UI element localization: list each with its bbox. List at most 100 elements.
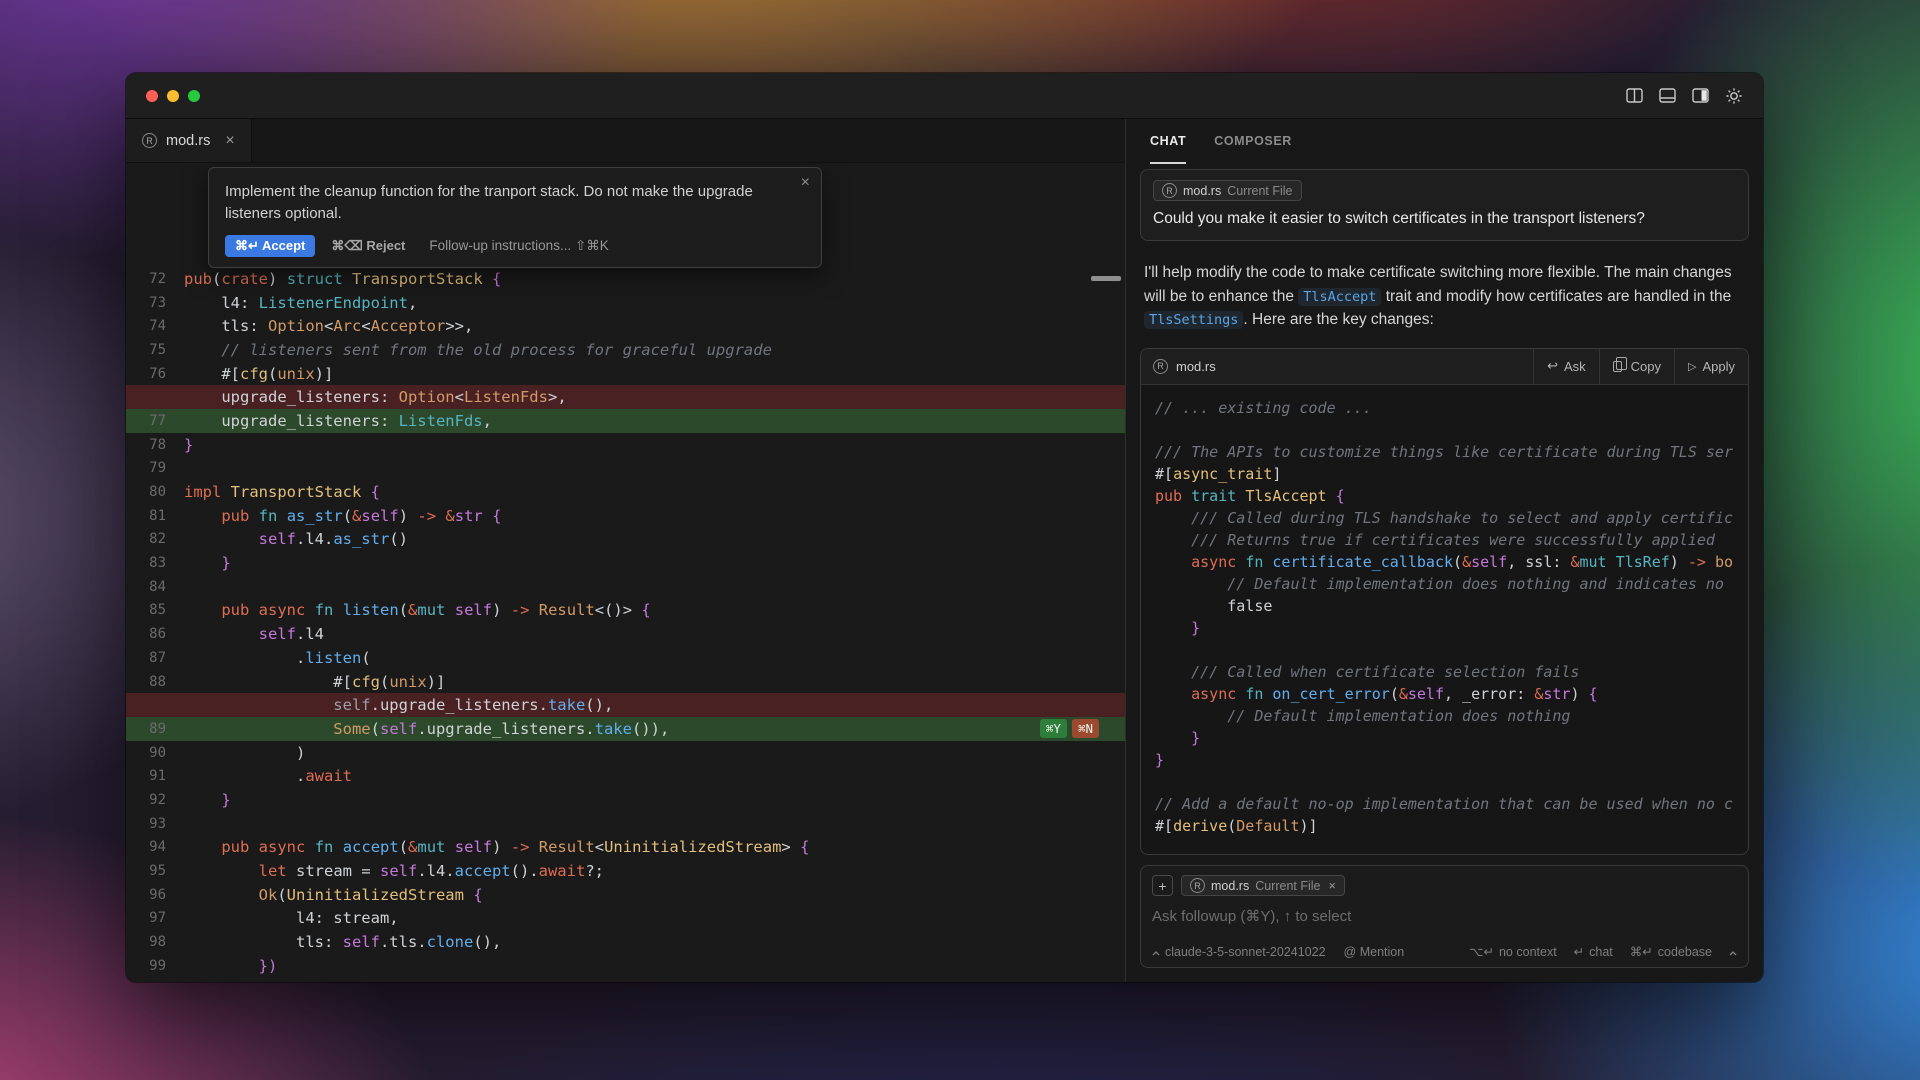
- followup-instructions-field[interactable]: Follow-up instructions... ⇧⌘K: [429, 238, 608, 254]
- code-line: 87 .listen(: [126, 646, 1125, 670]
- line-number: 85: [126, 602, 184, 618]
- chip-filename: mod.rs: [1183, 184, 1221, 198]
- response-text-segment: trait and modify how certificates are ha…: [1381, 288, 1731, 305]
- toggle-right-sidebar-icon[interactable]: [1692, 88, 1709, 103]
- toggle-bottom-panel-icon[interactable]: [1659, 88, 1676, 103]
- chat-code-block: mod.rs AskCopyApply // ... existing code…: [1140, 348, 1749, 855]
- code-block-filename: mod.rs: [1176, 359, 1216, 374]
- reject-button[interactable]: ⌘⌫ Reject: [331, 238, 405, 254]
- code-line: 96 Ok(UninitializedStream {: [126, 883, 1125, 907]
- minimize-window-button[interactable]: [167, 90, 179, 102]
- line-number: 99: [126, 958, 184, 974]
- line-number: 81: [126, 508, 184, 524]
- diff-reject-badge[interactable]: ⌘N: [1072, 719, 1099, 738]
- tab-mod-rs[interactable]: mod.rs ×: [126, 119, 252, 162]
- chat-input-field[interactable]: Ask followup (⌘Y), ↑ to select: [1152, 907, 1737, 925]
- user-message-card: mod.rs Current File Could you make it ea…: [1140, 169, 1749, 241]
- apply-icon: [1688, 360, 1696, 373]
- code-line: // Default implementation does nothing a…: [1155, 573, 1734, 595]
- line-number: 79: [126, 460, 184, 476]
- apply-button[interactable]: Apply: [1674, 349, 1748, 384]
- code-line: 82 self.l4.as_str(): [126, 528, 1125, 552]
- code-line: 72pub(crate) struct TransportStack {: [126, 267, 1125, 291]
- maximize-window-button[interactable]: [188, 90, 200, 102]
- shortcut-hint-no-context: ⌥↵no context: [1469, 944, 1557, 959]
- code-line: 90 ): [126, 741, 1125, 765]
- inline-edit-prompt: Implement the cleanup function for the t…: [208, 167, 822, 268]
- code-line: 89 Some(self.upgrade_listeners.take()),⌘…: [126, 717, 1125, 741]
- rust-file-icon: [1162, 183, 1177, 198]
- code-editor[interactable]: 72pub(crate) struct TransportStack {73 l…: [126, 163, 1125, 982]
- code-line: 75 // listeners sent from the old proces…: [126, 338, 1125, 362]
- code-line: /// Called when certificate selection fa…: [1155, 661, 1734, 683]
- editor-pane: mod.rs × Implement the cleanup function …: [126, 119, 1126, 982]
- rust-file-icon: [142, 133, 157, 148]
- line-number: 90: [126, 745, 184, 761]
- code-line: upgrade_listeners: Option<ListenFds>,: [126, 385, 1125, 409]
- shortcut-hint-chat: ↵chat: [1574, 944, 1613, 959]
- chat-panel: CHAT COMPOSER mod.rs Current File Could …: [1126, 119, 1763, 982]
- scrollbar-thumb[interactable]: [1091, 276, 1121, 281]
- tab-chat[interactable]: CHAT: [1150, 119, 1186, 164]
- copy-button[interactable]: Copy: [1599, 349, 1674, 384]
- rust-file-icon: [1153, 359, 1168, 374]
- code-line: 94 pub async fn accept(&mut self) -> Res…: [126, 836, 1125, 860]
- code-line: 84: [126, 575, 1125, 599]
- line-number: 98: [126, 934, 184, 950]
- line-number: 91: [126, 768, 184, 784]
- assistant-response-text: I'll help modify the code to make certif…: [1144, 261, 1745, 332]
- chat-panel-header: CHAT COMPOSER: [1126, 119, 1763, 163]
- line-number: 80: [126, 484, 184, 500]
- chip-current-file-label: Current File: [1227, 184, 1292, 198]
- line-number: 96: [126, 887, 184, 903]
- code-line: 91 .await: [126, 764, 1125, 788]
- code-line: /// Returns true if certificates were su…: [1155, 529, 1734, 551]
- model-selector[interactable]: claude-3-5-sonnet-20241022: [1152, 945, 1326, 959]
- tab-close-icon[interactable]: ×: [225, 132, 234, 150]
- code-line: /// The APIs to customize things like ce…: [1155, 441, 1734, 463]
- app-window: mod.rs × Implement the cleanup function …: [126, 73, 1763, 982]
- line-number: 74: [126, 318, 184, 334]
- code-line: 77 upgrade_listeners: ListenFds,: [126, 409, 1125, 433]
- chip-close-icon[interactable]: ×: [1329, 879, 1336, 893]
- accept-button[interactable]: ⌘↵ Accept: [225, 235, 315, 257]
- line-number: 93: [126, 816, 184, 832]
- mention-button[interactable]: @ Mention: [1344, 945, 1405, 959]
- chevron-up-icon[interactable]: [1729, 945, 1737, 959]
- prompt-text: Implement the cleanup function for the t…: [225, 181, 805, 225]
- prompt-close-icon[interactable]: ×: [801, 175, 810, 191]
- settings-gear-icon[interactable]: [1725, 87, 1743, 105]
- code-line: async fn on_cert_error(&self, _error: &s…: [1155, 683, 1734, 705]
- rust-file-icon: [1190, 878, 1205, 893]
- line-number: 82: [126, 531, 184, 547]
- context-chip[interactable]: mod.rs Current File ×: [1181, 875, 1345, 896]
- code-line: 73 l4: ListenerEndpoint,: [126, 291, 1125, 315]
- tab-composer[interactable]: COMPOSER: [1214, 119, 1292, 164]
- chip-filename: mod.rs: [1211, 879, 1249, 893]
- code-line: 76 #[cfg(unix)]: [126, 362, 1125, 386]
- code-line: 99 }): [126, 954, 1125, 978]
- line-number: 87: [126, 650, 184, 666]
- inline-code-reference[interactable]: TlsAccept: [1298, 288, 1381, 306]
- inline-code-reference[interactable]: TlsSettings: [1144, 311, 1243, 329]
- chip-current-file-label: Current File: [1255, 879, 1320, 893]
- add-context-button[interactable]: +: [1152, 875, 1173, 896]
- line-number: 84: [126, 579, 184, 595]
- context-chip[interactable]: mod.rs Current File: [1153, 180, 1302, 201]
- toggle-left-sidebar-icon[interactable]: [1626, 88, 1643, 103]
- code-line: [1155, 771, 1734, 793]
- close-window-button[interactable]: [146, 90, 158, 102]
- diff-accept-badge[interactable]: ⌘Y: [1040, 719, 1067, 738]
- code-line: // Add a default no-op implementation th…: [1155, 793, 1734, 815]
- ask-button[interactable]: Ask: [1533, 349, 1599, 384]
- code-line: 78}: [126, 433, 1125, 457]
- code-line: // Default implementation does nothing: [1155, 705, 1734, 727]
- code-line: }: [1155, 749, 1734, 771]
- chat-input-card: + mod.rs Current File × Ask followup (⌘Y…: [1140, 865, 1749, 968]
- line-number: 75: [126, 342, 184, 358]
- titlebar: [126, 73, 1763, 119]
- code-line: false: [1155, 595, 1734, 617]
- editor-tabbar: mod.rs ×: [126, 119, 1125, 163]
- shortcut-hint-codebase: ⌘↵codebase: [1630, 944, 1712, 959]
- line-number: 73: [126, 295, 184, 311]
